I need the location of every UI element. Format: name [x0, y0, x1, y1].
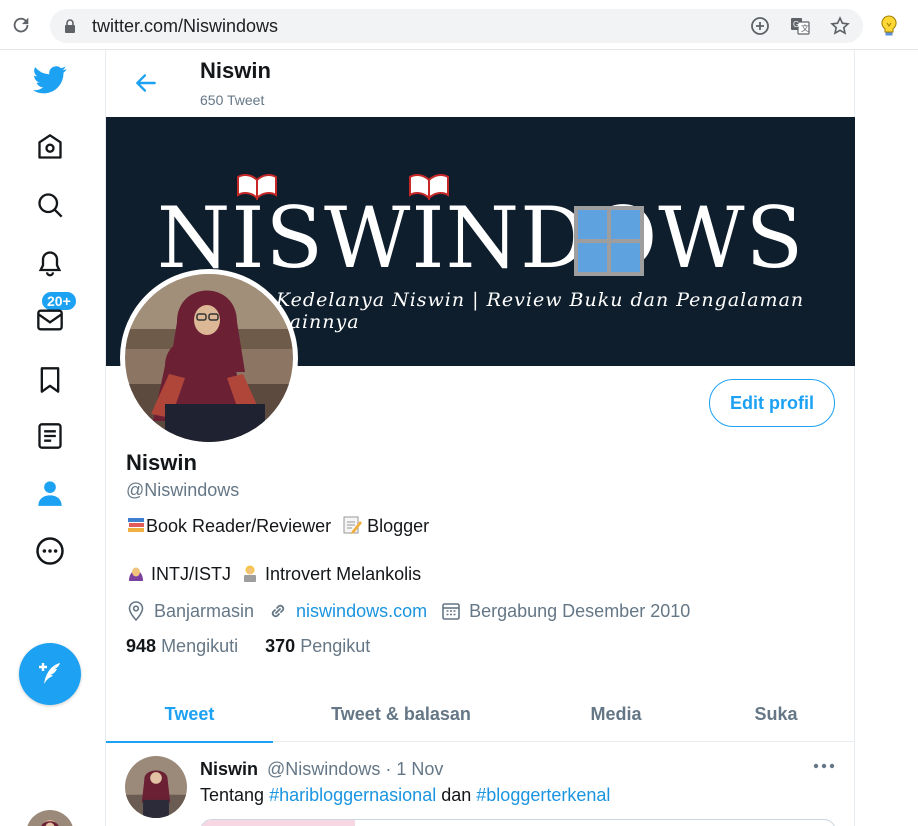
tweet-header: Niswin @Niswindows · 1 Nov: [200, 759, 443, 780]
tweet-separator: ·: [385, 759, 392, 779]
translate-icon[interactable]: G文: [790, 16, 810, 36]
tab-media[interactable]: Media: [536, 686, 696, 742]
browser-toolbar: twitter.com/Niswindows G文: [0, 0, 918, 50]
bio-blogger-text: Blogger: [367, 516, 430, 536]
bell-icon[interactable]: [33, 246, 67, 280]
profile-icon[interactable]: [33, 476, 67, 510]
profile-handle: @Niswindows: [126, 480, 240, 500]
profile-header-bar: Niswin 650 Tweet: [106, 50, 854, 117]
tab-tweet[interactable]: Tweet: [106, 686, 273, 743]
books-emoji-icon: [128, 518, 144, 532]
following-link[interactable]: 948 Mengikuti: [126, 636, 238, 656]
header-tweet-count: 650 Tweet: [200, 92, 265, 108]
calendar-icon: [442, 603, 460, 620]
profile-location: Banjarmasin: [154, 600, 255, 621]
tweet-author-name[interactable]: Niswin: [200, 759, 258, 779]
header-name: Niswin: [200, 58, 271, 83]
profile-tabs: Tweet Tweet & balasan Media Suka: [106, 686, 854, 743]
tweet-text: Tentang #haribloggernasional dan #blogge…: [200, 785, 610, 806]
profile-website-link[interactable]: niswindows.com: [296, 601, 427, 622]
woman-headscarf-emoji-icon: [129, 567, 143, 581]
banner-subtitle: Kedelanya Niswin | Review Buku dan Penga…: [276, 289, 805, 333]
followers-count: 370: [265, 636, 296, 656]
tweet-text-part: dan: [441, 785, 472, 805]
star-icon[interactable]: [830, 16, 850, 36]
mail-icon[interactable]: [33, 303, 67, 337]
profile-avatar[interactable]: [120, 269, 298, 447]
tab-likes[interactable]: Suka: [716, 686, 836, 742]
tweet-author-avatar[interactable]: [125, 756, 187, 818]
hashtag-link[interactable]: #bloggerterkenal: [476, 785, 610, 805]
profile-bio-line2: INTJ/ISTJ Introvert Melankolis: [126, 563, 421, 585]
tweet-link-card[interactable]: [200, 819, 836, 826]
back-arrow-icon[interactable]: [133, 70, 159, 96]
tweet-item[interactable]: Niswin @Niswindows · 1 Nov Tentang #hari…: [106, 743, 854, 826]
tweet-author-handle[interactable]: @Niswindows: [267, 759, 380, 779]
location-pin-icon: [128, 601, 144, 621]
edit-profile-button[interactable]: Edit profil: [709, 379, 835, 427]
hashtag-link[interactable]: #haribloggernasional: [269, 785, 436, 805]
link-icon: [271, 604, 285, 618]
followers-label: Pengikut: [300, 636, 371, 656]
search-icon[interactable]: [33, 188, 67, 222]
following-count: 948: [126, 636, 157, 656]
tab-tweet-and-replies[interactable]: Tweet & balasan: [296, 686, 506, 742]
add-circle-icon[interactable]: [750, 16, 770, 36]
bio-introvert-text: Introvert Melankolis: [265, 564, 422, 584]
compose-tweet-button[interactable]: [19, 643, 81, 705]
bio-reader-text: Book Reader/Reviewer: [146, 516, 332, 536]
lightbulb-extension-icon[interactable]: [876, 13, 902, 39]
followers-link[interactable]: 370 Pengikut: [265, 636, 370, 656]
woman-technologist-emoji-icon: [244, 565, 257, 582]
window-icon: [574, 206, 644, 276]
more-icon[interactable]: [33, 534, 67, 568]
address-bar[interactable]: twitter.com/Niswindows G文: [50, 9, 863, 43]
lock-icon: [65, 19, 75, 33]
left-navigation: 20+: [0, 50, 100, 826]
bookmark-icon[interactable]: [33, 363, 67, 397]
list-icon[interactable]: [33, 419, 67, 453]
profile-meta: Banjarmasin niswindows.com Bergabung Des…: [126, 599, 704, 623]
home-icon[interactable]: [33, 130, 67, 164]
feather-plus-icon: [39, 663, 60, 684]
reload-icon[interactable]: [10, 14, 32, 36]
svg-text:文: 文: [801, 23, 809, 33]
bio-mbti-text: INTJ/ISTJ: [151, 564, 232, 584]
tweet-date[interactable]: 1 Nov: [396, 759, 443, 779]
profile-bio-line1: Book Reader/Reviewer Blogger: [126, 515, 429, 537]
following-label: Mengikuti: [161, 636, 239, 656]
profile-column: Niswin 650 Tweet NISWINDOWS Kedelanya Ni…: [105, 50, 855, 826]
follow-stats: 948 Mengikuti 370 Pengikut: [126, 636, 370, 657]
url-text[interactable]: twitter.com/Niswindows: [92, 16, 278, 37]
account-avatar[interactable]: [26, 810, 74, 826]
twitter-logo-icon[interactable]: [33, 63, 67, 97]
memo-emoji-icon: [343, 516, 363, 534]
card-image: [201, 820, 355, 826]
tweet-more-icon[interactable]: [812, 761, 836, 771]
profile-name: Niswin: [126, 450, 197, 475]
tweet-text-part: Tentang: [200, 785, 265, 805]
profile-joined-date: Bergabung Desember 2010: [469, 600, 691, 621]
svg-text:G: G: [793, 20, 799, 29]
